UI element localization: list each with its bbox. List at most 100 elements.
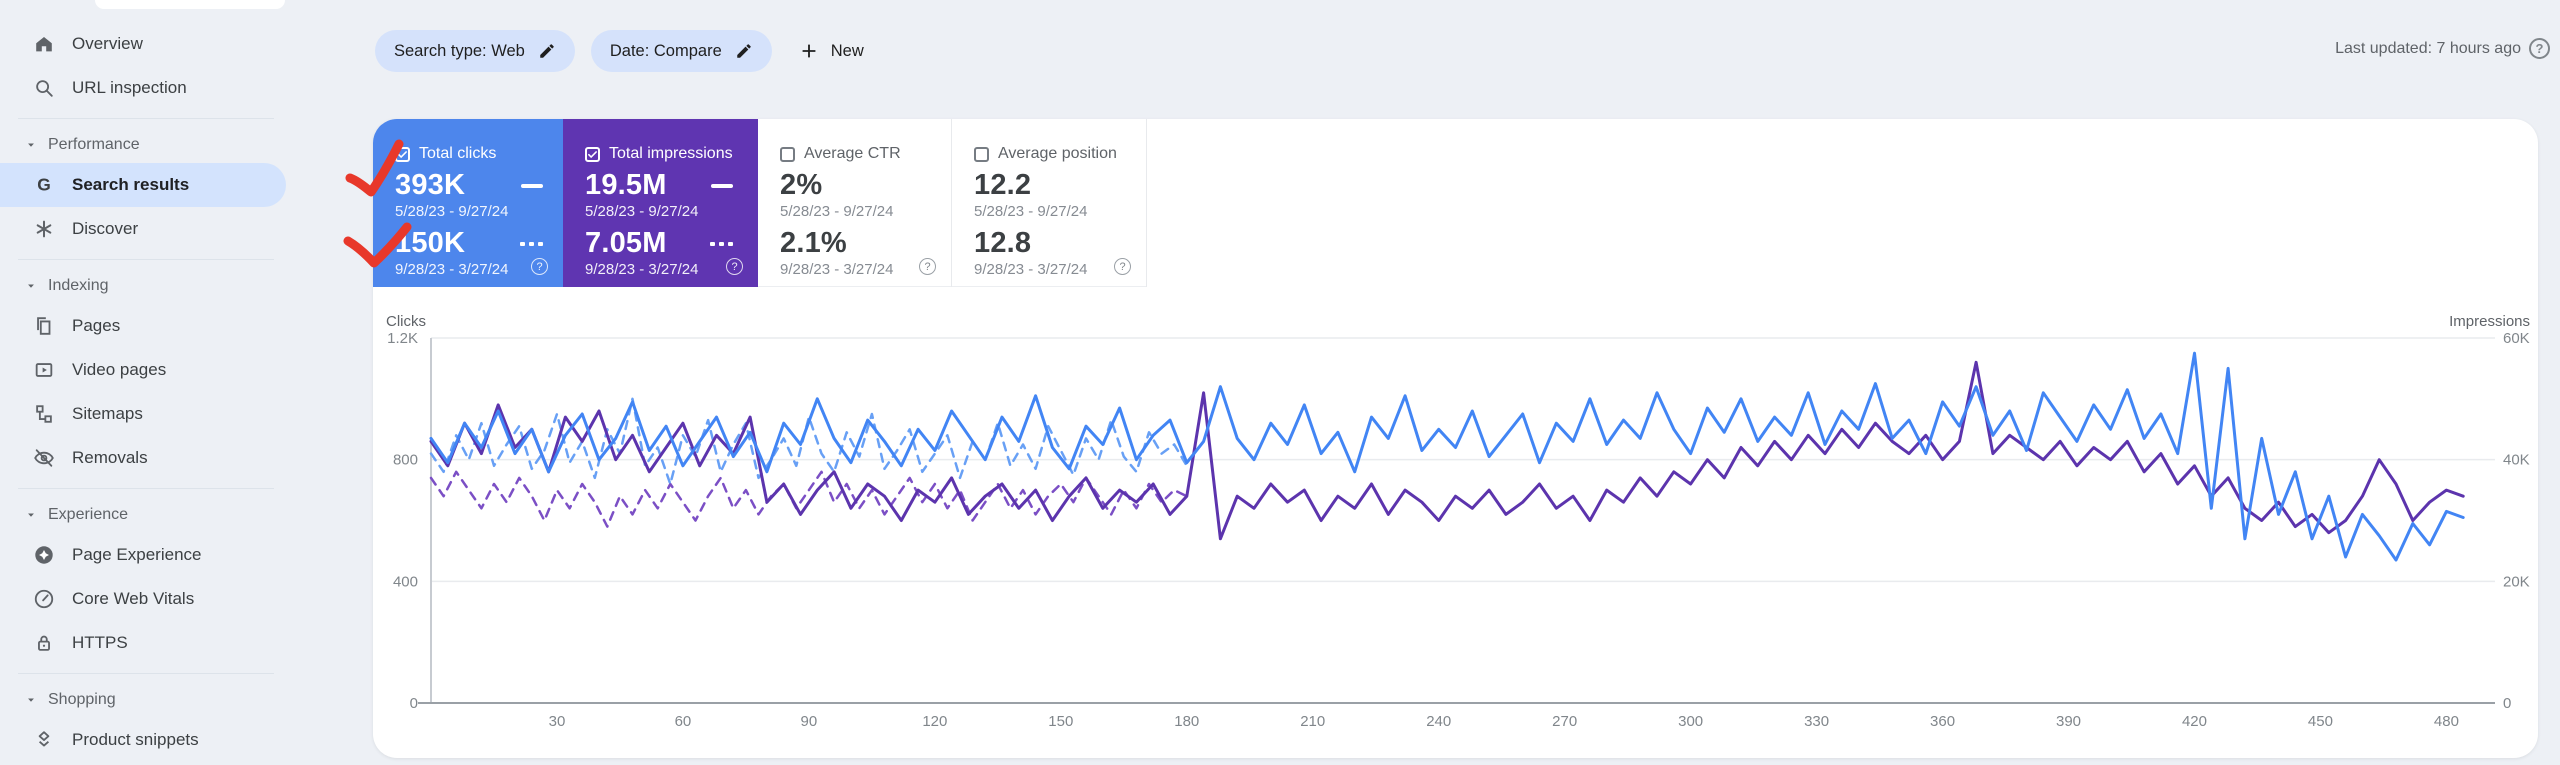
- sidebar-item-core-web-vitals[interactable]: Core Web Vitals: [0, 577, 286, 621]
- svg-text:270: 270: [1552, 713, 1577, 730]
- sidebar-item-url-inspection[interactable]: URL inspection: [0, 66, 286, 110]
- help-icon[interactable]: ?: [919, 258, 936, 275]
- svg-text:150: 150: [1048, 713, 1073, 730]
- impressions-value-period1: 19.5M: [585, 169, 667, 201]
- date-filter-chip[interactable]: Date: Compare: [590, 30, 772, 72]
- svg-text:800: 800: [393, 452, 418, 469]
- chevron-down-icon: [24, 275, 38, 297]
- card-average-ctr[interactable]: Average CTR 2% 5/28/23 - 9/27/24 2.1% 9/…: [758, 119, 952, 287]
- ctr-value-period1: 2%: [780, 169, 823, 201]
- svg-text:0: 0: [2503, 695, 2511, 712]
- sidebar-divider: [18, 118, 274, 119]
- help-icon[interactable]: ?: [726, 258, 743, 275]
- sidebar-item-discover[interactable]: Discover: [0, 207, 286, 251]
- date-range-period1: 5/28/23 - 9/27/24: [395, 203, 509, 220]
- svg-text:60: 60: [675, 713, 692, 730]
- sidebar-item-video-pages[interactable]: Video pages: [0, 348, 286, 392]
- clicks-value-period2: 150K: [395, 227, 466, 259]
- impressions-value-period2: 7.05M: [585, 227, 667, 259]
- sidebar-item-label: HTTPS: [72, 633, 128, 652]
- sidebar-item-label: Page Experience: [72, 545, 202, 564]
- position-value-period2: 12.8: [974, 227, 1032, 259]
- sidebar-item-label: Removals: [72, 448, 148, 467]
- toolbar: Search type: Web Date: Compare New: [375, 30, 864, 72]
- sidebar-item-label: Discover: [72, 219, 139, 238]
- video-pages-icon: [33, 359, 55, 381]
- metric-cards-row: Total clicks 393K 5/28/23 - 9/27/24 150K…: [373, 119, 1147, 287]
- svg-text:90: 90: [801, 713, 818, 730]
- sidebar-item-search-results[interactable]: G Search results: [0, 163, 286, 207]
- pages-copy-icon: [33, 315, 55, 337]
- total-impressions-toggle[interactable]: Total impressions: [585, 145, 758, 162]
- sidebar-item-label: Product snippets: [72, 730, 199, 749]
- speedometer-icon: [33, 588, 55, 610]
- svg-text:450: 450: [2308, 713, 2333, 730]
- sidebar-item-page-experience[interactable]: Page Experience: [0, 533, 286, 577]
- checkbox-checked-icon[interactable]: [585, 146, 600, 162]
- pencil-edit-icon: [735, 40, 753, 62]
- card-average-position[interactable]: Average position 12.2 5/28/23 - 9/27/24 …: [952, 119, 1147, 287]
- performance-panel: Total clicks 393K 5/28/23 - 9/27/24 150K…: [373, 119, 2538, 758]
- svg-text:300: 300: [1678, 713, 1703, 730]
- checkbox-unchecked-icon[interactable]: [780, 146, 795, 162]
- solid-line-legend-mark: [711, 183, 733, 188]
- search-type-filter-chip[interactable]: Search type: Web: [375, 30, 575, 72]
- performance-chart[interactable]: Clicks Impressions 0 400 800 1.2K 0 20K 40K 60K 30…: [373, 299, 2538, 758]
- sidebar-item-sitemaps[interactable]: Sitemaps: [0, 392, 286, 436]
- svg-text:Clicks: Clicks: [386, 313, 426, 330]
- svg-text:30: 30: [549, 713, 566, 730]
- dashed-line-legend-mark: [710, 241, 733, 246]
- sidebar-item-label: Video pages: [72, 360, 167, 379]
- svg-text:330: 330: [1804, 713, 1829, 730]
- svg-text:180: 180: [1174, 713, 1199, 730]
- search-icon: [33, 77, 55, 99]
- date-range-period1: 5/28/23 - 9/27/24: [780, 203, 894, 220]
- help-icon[interactable]: ?: [2529, 38, 2550, 59]
- sidebar-item-overview[interactable]: Overview: [0, 22, 286, 66]
- sidebar-item-label: Pages: [72, 316, 121, 335]
- svg-text:390: 390: [2056, 713, 2081, 730]
- average-position-toggle[interactable]: Average position: [974, 145, 1146, 162]
- sidebar-item-product-snippets[interactable]: Product snippets: [0, 718, 286, 762]
- sidebar-item-removals[interactable]: Removals: [0, 436, 286, 480]
- date-range-period1: 5/28/23 - 9/27/24: [974, 203, 1088, 220]
- svg-text:420: 420: [2182, 713, 2207, 730]
- sidebar-section-experience[interactable]: Experience: [0, 497, 366, 533]
- svg-text:Impressions: Impressions: [2449, 313, 2530, 330]
- date-range-period1: 5/28/23 - 9/27/24: [585, 203, 699, 220]
- last-updated-status: Last updated: 7 hours ago ?: [2335, 38, 2550, 59]
- sidebar-section-performance[interactable]: Performance: [0, 127, 366, 163]
- svg-text:60K: 60K: [2503, 330, 2530, 347]
- eye-off-icon: [33, 447, 55, 469]
- svg-text:20K: 20K: [2503, 573, 2530, 590]
- product-snippets-icon: [33, 729, 55, 751]
- card-total-clicks[interactable]: Total clicks 393K 5/28/23 - 9/27/24 150K…: [373, 119, 563, 287]
- total-clicks-toggle[interactable]: Total clicks: [395, 145, 563, 162]
- sidebar-item-pages[interactable]: Pages: [0, 304, 286, 348]
- time-series-chart[interactable]: Clicks Impressions 0 400 800 1.2K 0 20K 40K 60K 30…: [373, 299, 2538, 758]
- sidebar-divider: [18, 488, 274, 489]
- sidebar-item-https[interactable]: HTTPS: [0, 621, 286, 665]
- sidebar-item-label: URL inspection: [72, 78, 187, 97]
- average-ctr-toggle[interactable]: Average CTR: [780, 145, 951, 162]
- svg-text:360: 360: [1930, 713, 1955, 730]
- page-experience-icon: [33, 544, 55, 566]
- home-icon: [33, 33, 55, 55]
- sitemaps-tree-icon: [33, 403, 55, 425]
- new-filter-button[interactable]: New: [798, 40, 864, 62]
- card-total-impressions[interactable]: Total impressions 19.5M 5/28/23 - 9/27/2…: [563, 119, 758, 287]
- help-icon[interactable]: ?: [1114, 258, 1131, 275]
- checkbox-unchecked-icon[interactable]: [974, 146, 989, 162]
- lock-icon: [33, 632, 55, 654]
- chevron-down-icon: [24, 504, 38, 526]
- sidebar-section-shopping[interactable]: Shopping: [0, 682, 366, 718]
- svg-text:480: 480: [2434, 713, 2459, 730]
- position-value-period1: 12.2: [974, 169, 1032, 201]
- sidebar-section-indexing[interactable]: Indexing: [0, 268, 366, 304]
- sidebar-divider: [18, 259, 274, 260]
- clicks-value-period1: 393K: [395, 169, 466, 201]
- sidebar-divider: [18, 673, 274, 674]
- sidebar-item-label: Search results: [72, 175, 190, 194]
- checkbox-checked-icon[interactable]: [395, 146, 410, 162]
- help-icon[interactable]: ?: [531, 258, 548, 275]
